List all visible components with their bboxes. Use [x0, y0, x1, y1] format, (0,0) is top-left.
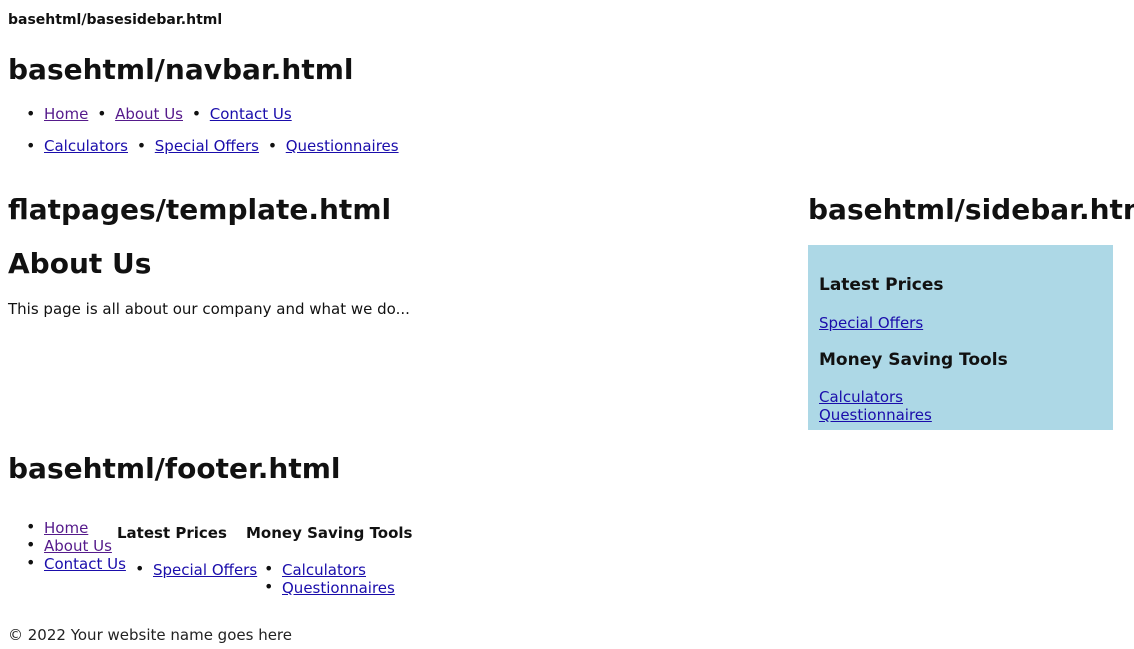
footer-latest-links: Special Offers — [135, 560, 257, 579]
nav-item-contact: Contact Us — [192, 104, 292, 123]
sidebar-latest-prices-heading: Latest Prices — [819, 275, 944, 295]
footer-item-contact: Contact Us — [26, 554, 126, 573]
footer-item-calculators: Calculators — [264, 560, 395, 579]
footer-item-questionnaires: Questionnaires — [264, 578, 395, 597]
nav-item-calculators: Calculators — [26, 136, 128, 155]
sidebar-calculators-link[interactable]: Calculators — [819, 388, 1102, 406]
footer-item-special-offers: Special Offers — [135, 560, 257, 579]
nav-special-offers-link[interactable]: Special Offers — [155, 137, 259, 155]
navbar-file-label: basehtml/navbar.html — [8, 53, 354, 86]
footer-item-home: Home — [26, 518, 126, 537]
footer-home-link[interactable]: Home — [44, 519, 88, 537]
basesidebar-file-label: basehtml/basesidebar.html — [8, 12, 223, 28]
footer-about-link[interactable]: About Us — [44, 537, 112, 555]
footer-main-links: Home About Us Contact Us — [26, 518, 126, 573]
page-title: About Us — [8, 247, 152, 280]
footer-file-label: basehtml/footer.html — [8, 452, 341, 485]
sidebar-file-label: basehtml/sidebar.html — [808, 193, 1134, 226]
nav-home-link[interactable]: Home — [44, 105, 88, 123]
page-body-text: This page is all about our company and w… — [8, 300, 410, 318]
nav-calculators-link[interactable]: Calculators — [44, 137, 128, 155]
navbar-main-links: Home About Us Contact Us — [26, 104, 296, 123]
footer-contact-link[interactable]: Contact Us — [44, 555, 126, 573]
footer-special-offers-link[interactable]: Special Offers — [153, 561, 257, 579]
nav-item-about: About Us — [97, 104, 183, 123]
sidebar-special-offers-link[interactable]: Special Offers — [819, 314, 1102, 332]
nav-item-home: Home — [26, 104, 88, 123]
footer-tools-links: Calculators Questionnaires — [264, 560, 395, 597]
footer-item-about: About Us — [26, 536, 126, 555]
nav-questionnaires-link[interactable]: Questionnaires — [286, 137, 399, 155]
footer-questionnaires-link[interactable]: Questionnaires — [282, 579, 395, 597]
copyright-text: © 2022 Your website name goes here — [8, 626, 292, 644]
nav-item-questionnaires: Questionnaires — [268, 136, 399, 155]
nav-item-special-offers: Special Offers — [137, 136, 259, 155]
footer-latest-prices-heading: Latest Prices — [117, 524, 227, 542]
footer-money-saving-heading: Money Saving Tools — [246, 524, 413, 542]
footer-calculators-link[interactable]: Calculators — [282, 561, 366, 579]
navbar-tool-links: Calculators Special Offers Questionnaire… — [26, 136, 403, 155]
sidebar-panel: Latest Prices Special Offers Money Savin… — [808, 245, 1113, 430]
nav-about-link[interactable]: About Us — [115, 105, 183, 123]
nav-contact-link[interactable]: Contact Us — [210, 105, 292, 123]
sidebar-questionnaires-link[interactable]: Questionnaires — [819, 406, 1102, 424]
sidebar-money-saving-heading: Money Saving Tools — [819, 350, 1008, 370]
template-file-label: flatpages/template.html — [8, 193, 392, 226]
